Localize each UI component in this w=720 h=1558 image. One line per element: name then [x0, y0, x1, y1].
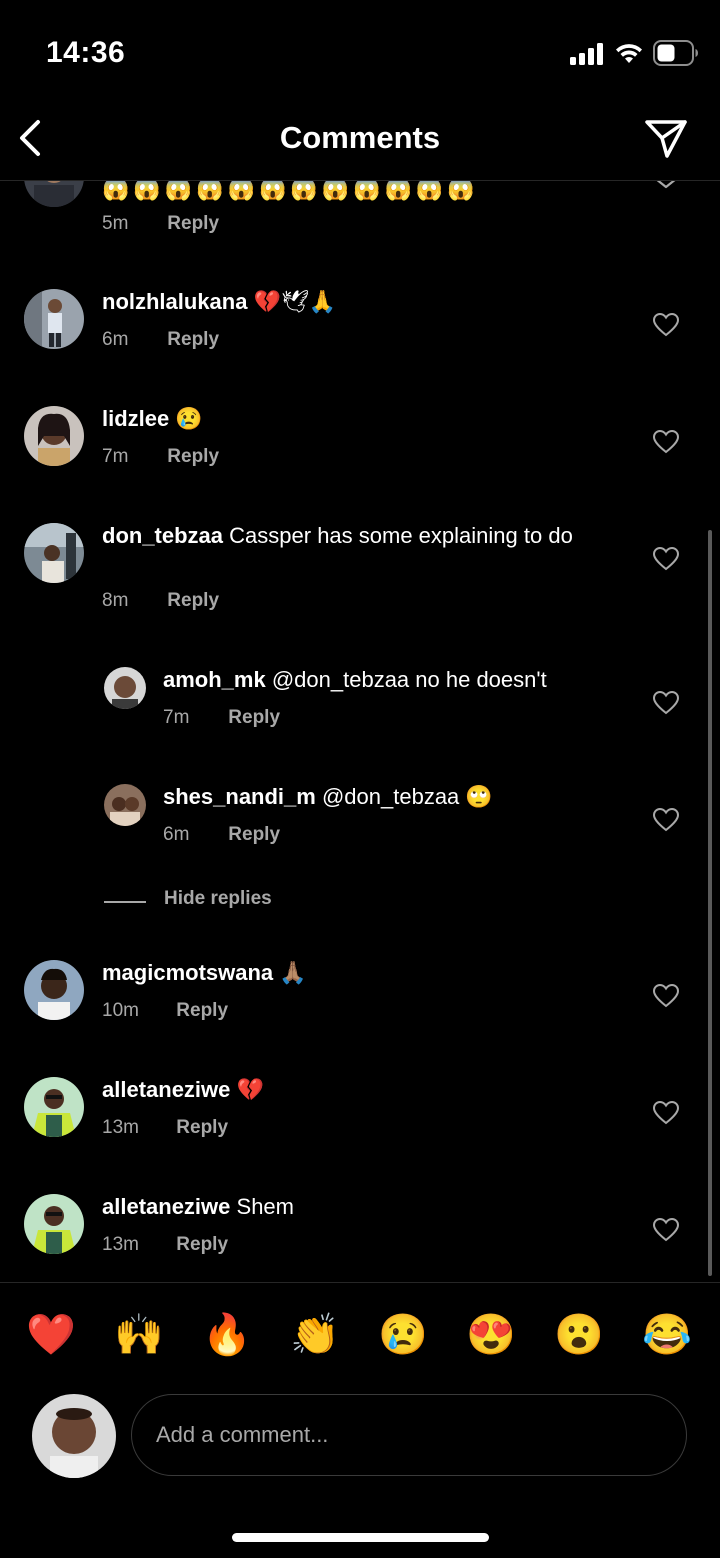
quick-emoji-bar: ❤️ 🙌 🔥 👏 😢 😍 😮 😂 [0, 1300, 720, 1370]
comment-time: 7m [102, 446, 129, 467]
comment-username[interactable]: nolzhlalukana [102, 289, 247, 314]
comment-emoji-text: 🙏🏽 [279, 960, 307, 985]
avatar[interactable] [24, 523, 84, 583]
comment-meta: 6m Reply [163, 824, 280, 846]
divider [0, 1282, 720, 1283]
comments-list[interactable]: 😱😱😱😱😱😱😱😱😱😱😱😱 5m Reply nolzhlalukana 💔🕊🙏 … [0, 181, 720, 1282]
heart-icon[interactable] [652, 983, 680, 1009]
comment-time: 5m [102, 213, 129, 234]
comment-meta: 6m Reply [102, 329, 219, 351]
heart-icon[interactable] [652, 807, 680, 833]
heart-icon[interactable] [652, 312, 680, 338]
comment-time: 7m [163, 707, 190, 728]
comments-header: Comments [0, 100, 720, 181]
avatar[interactable] [24, 960, 84, 1020]
page-title: Comments [279, 120, 441, 155]
chevron-down-icon[interactable] [652, 181, 680, 199]
comment-meta: 5m Reply [102, 213, 219, 235]
avatar[interactable] [24, 1077, 84, 1137]
comment-meta: 13m Reply [102, 1117, 228, 1139]
comment-username[interactable]: magicmotswana [102, 960, 273, 985]
avatar[interactable] [104, 667, 146, 709]
reply-button[interactable]: Reply [167, 446, 219, 467]
heart-icon[interactable] [652, 690, 680, 716]
comment-text: alletaneziwe Shem [102, 1193, 622, 1220]
avatar[interactable] [24, 1194, 84, 1254]
comment-body: Cassper has some explaining to do [229, 523, 573, 548]
comment-time: 8m [102, 590, 129, 611]
comment-time: 6m [163, 824, 190, 845]
reply-button[interactable]: Reply [228, 824, 280, 845]
comment-body: Shem [236, 1194, 294, 1219]
comment-text: nolzhlalukana 💔🕊🙏 [102, 288, 622, 315]
comment-body: @don_tebzaa [321, 784, 460, 809]
reply-button[interactable]: Reply [228, 707, 280, 728]
comment-meta: 7m Reply [163, 707, 280, 729]
comment-emoji-text: 💔🕊🙏 [253, 289, 337, 314]
quick-emoji-surprised[interactable]: 😮 [549, 1300, 609, 1370]
comment-meta: 13m Reply [102, 1234, 228, 1256]
comment-username[interactable]: don_tebzaa [102, 523, 223, 548]
avatar[interactable] [24, 289, 84, 349]
avatar[interactable] [24, 406, 84, 466]
comment-text: alletaneziwe 💔 [102, 1076, 622, 1103]
avatar[interactable] [104, 784, 146, 826]
comment-emoji-text: 🙄 [465, 784, 493, 809]
divider-line [104, 901, 146, 903]
add-comment-input[interactable] [131, 1394, 687, 1476]
comment-text: don_tebzaa Cassper has some explaining t… [102, 522, 622, 549]
heart-icon[interactable] [652, 429, 680, 455]
reply-button[interactable]: Reply [167, 213, 219, 234]
avatar[interactable] [24, 181, 84, 207]
reply-button[interactable]: Reply [176, 1117, 228, 1138]
comment-username[interactable]: amoh_mk [163, 667, 266, 692]
comment-body: @don_tebzaa no he doesn't [271, 667, 547, 692]
battery-icon [653, 40, 698, 66]
comment-time: 13m [102, 1117, 139, 1138]
status-time: 14:36 [46, 36, 126, 69]
comment-username[interactable]: alletaneziwe [102, 1077, 230, 1102]
comment-time: 6m [102, 329, 129, 350]
status-bar: 14:36 [0, 0, 720, 100]
quick-emoji-heart-eyes[interactable]: 😍 [461, 1300, 521, 1370]
comment-text: amoh_mk @don_tebzaa no he doesn't [163, 666, 643, 693]
comment-emoji-text: 💔 [236, 1077, 264, 1102]
comment-username[interactable]: alletaneziwe [102, 1194, 230, 1219]
comment-time: 10m [102, 1000, 139, 1021]
comment-text: lidzlee 😢 [102, 405, 622, 432]
cellular-signal-icon [570, 43, 603, 65]
wifi-icon [616, 44, 642, 63]
heart-icon[interactable] [652, 546, 680, 572]
heart-icon[interactable] [652, 1217, 680, 1243]
comment-meta: 8m Reply [102, 590, 219, 612]
comment-emoji-text: 😱😱😱😱😱😱😱😱😱😱😱😱 [102, 181, 479, 201]
reply-button[interactable]: Reply [167, 329, 219, 350]
quick-emoji-fire[interactable]: 🔥 [197, 1300, 257, 1370]
comment-emoji-text: 😢 [175, 406, 203, 431]
send-share-icon[interactable] [644, 118, 688, 160]
comment-meta: 10m Reply [102, 1000, 228, 1022]
quick-emoji-raised-hands[interactable]: 🙌 [109, 1300, 169, 1370]
scrollbar[interactable] [708, 530, 712, 1276]
comment-time: 13m [102, 1234, 139, 1255]
quick-emoji-crying[interactable]: 😢 [373, 1300, 433, 1370]
quick-emoji-clap[interactable]: 👏 [285, 1300, 345, 1370]
reply-button[interactable]: Reply [176, 1234, 228, 1255]
comment-text: shes_nandi_m @don_tebzaa 🙄 [163, 783, 643, 810]
comment-username[interactable]: shes_nandi_m [163, 784, 316, 809]
heart-icon[interactable] [652, 1100, 680, 1126]
current-user-avatar[interactable] [32, 1394, 116, 1478]
reply-button[interactable]: Reply [167, 590, 219, 611]
comment-text: magicmotswana 🙏🏽 [102, 959, 622, 986]
quick-emoji-laughing[interactable]: 😂 [637, 1300, 697, 1370]
comment-username[interactable]: lidzlee [102, 406, 169, 431]
comment-meta: 7m Reply [102, 446, 219, 468]
hide-replies-label: Hide replies [164, 888, 272, 909]
quick-emoji-heart[interactable]: ❤️ [21, 1300, 81, 1370]
reply-button[interactable]: Reply [176, 1000, 228, 1021]
home-indicator[interactable] [232, 1533, 489, 1542]
